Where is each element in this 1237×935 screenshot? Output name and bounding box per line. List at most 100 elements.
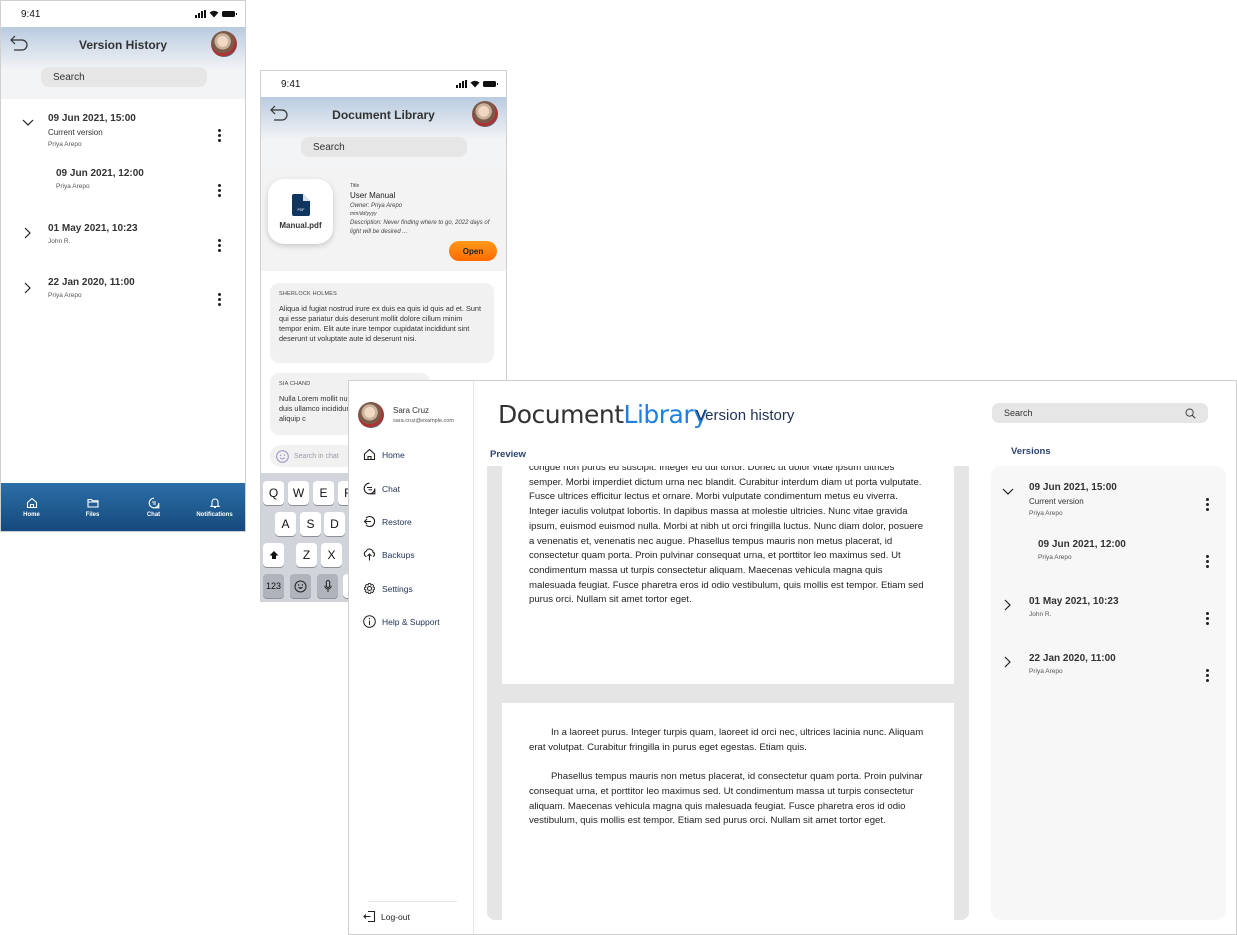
emoji-key[interactable] <box>290 574 311 598</box>
brand-text: Document <box>498 400 624 429</box>
version-item[interactable]: 22 Jan 2020, 11:00 Priya Arepo <box>1029 653 1116 675</box>
status-bar: 9:41 <box>1 1 245 27</box>
key-x[interactable]: X <box>321 543 342 567</box>
version-author: Priya Arepo <box>48 292 82 299</box>
nav-tab-home[interactable]: Home <box>7 497 57 518</box>
message-text: Aliqua id fugiat nostrud irure ex duis e… <box>279 304 482 343</box>
open-button[interactable]: Open <box>449 241 497 261</box>
user-profile[interactable]: Sara Cruz sara.cruz@example.com <box>358 402 454 428</box>
cloud-upload-icon <box>363 548 375 561</box>
chat-search-placeholder: Search in chat <box>294 452 339 460</box>
sidebar-item-home[interactable]: Home <box>363 448 405 461</box>
shift-icon <box>269 551 278 559</box>
sidebar-item-label: Backups <box>382 549 415 560</box>
chevron-right-icon[interactable] <box>22 282 34 294</box>
page-title: Version history <box>696 407 795 424</box>
sidebar-item-label: Restore <box>382 516 412 527</box>
version-item[interactable]: 09 Jun 2021, 12:00 Priya Arepo <box>1038 539 1126 561</box>
key-q[interactable]: Q <box>263 481 284 505</box>
version-author: John R. <box>48 238 71 245</box>
more-options-icon[interactable] <box>217 293 221 306</box>
version-item[interactable]: 01 May 2021, 10:23 John R. <box>1029 596 1119 618</box>
key-s[interactable]: S <box>300 512 321 536</box>
microphone-icon <box>323 579 332 592</box>
version-item[interactable]: 09 Jun 2021, 15:00 Current version Priya… <box>1029 482 1117 517</box>
sidebar-item-settings[interactable]: Settings <box>363 582 413 595</box>
document-title: User Manual <box>350 191 396 200</box>
version-item[interactable]: 01 May 2021, 10:23 John R. <box>48 223 138 245</box>
wifi-icon <box>209 10 219 18</box>
sidebar-item-chat[interactable]: Chat <box>363 482 400 495</box>
chevron-down-icon[interactable] <box>1002 486 1014 498</box>
user-name: Sara Cruz <box>393 406 430 415</box>
search-icon[interactable] <box>1185 408 1196 419</box>
avatar[interactable] <box>472 101 498 127</box>
version-status: Current version <box>48 128 103 137</box>
chevron-right-icon[interactable] <box>22 227 34 239</box>
chevron-right-icon[interactable] <box>1002 656 1014 668</box>
bell-icon <box>209 498 220 508</box>
emoji-icon <box>294 580 307 592</box>
signal-icon <box>195 10 206 18</box>
numbers-key[interactable]: 123 <box>263 574 284 598</box>
app-logo: DocumentLibrary <box>498 400 708 429</box>
file-thumbnail[interactable]: PDF Manual.pdf <box>268 179 333 244</box>
chevron-down-icon[interactable] <box>22 117 34 129</box>
nav-tab-notifications[interactable]: Notifications <box>190 497 240 518</box>
more-options-icon[interactable] <box>1205 555 1209 568</box>
logout-label: Log-out <box>381 911 410 922</box>
version-item[interactable]: 09 Jun 2021, 15:00 Current version Priya… <box>48 113 136 148</box>
search-input[interactable]: Search <box>301 137 467 157</box>
version-item[interactable]: 09 Jun 2021, 12:00 Priya Arepo <box>56 168 144 190</box>
key-d[interactable]: D <box>324 512 345 536</box>
version-author: Priya Arepo <box>1038 554 1072 561</box>
shift-key[interactable] <box>263 543 284 567</box>
versions-panel: 09 Jun 2021, 15:00 Current version Priya… <box>991 466 1226 920</box>
nav-label: Home <box>23 511 40 518</box>
key-e[interactable]: E <box>313 481 334 505</box>
wifi-icon <box>470 80 480 88</box>
search-input[interactable]: Search <box>992 403 1208 423</box>
sidebar-item-restore[interactable]: Restore <box>363 515 412 528</box>
status-bar: 9:41 <box>261 71 506 97</box>
avatar <box>358 402 384 428</box>
version-date: 09 Jun 2021, 12:00 <box>1038 539 1126 550</box>
chat-message: SHERLOCK HOLMES Aliqua id fugiat nostrud… <box>270 283 494 363</box>
pdf-file-icon: PDF <box>291 193 310 216</box>
logout-button[interactable]: Log-out <box>363 910 410 923</box>
microphone-key[interactable] <box>317 574 338 598</box>
more-options-icon[interactable] <box>217 129 221 142</box>
brand-text-accent: Library <box>623 400 708 429</box>
avatar[interactable] <box>211 31 237 57</box>
more-options-icon[interactable] <box>1205 498 1209 511</box>
nav-tab-chat[interactable]: Chat <box>129 497 179 518</box>
key-w[interactable]: W <box>288 481 309 505</box>
key-a[interactable]: A <box>275 512 296 536</box>
emoji-icon[interactable] <box>276 449 289 463</box>
status-time: 9:41 <box>21 8 41 20</box>
search-input[interactable]: Search <box>41 67 207 87</box>
chevron-right-icon[interactable] <box>1002 599 1014 611</box>
version-history-phone: 9:41 Version History Search 09 Jun 2021,… <box>0 0 246 532</box>
header: Document Library Search <box>261 97 506 169</box>
more-options-icon[interactable] <box>217 184 221 197</box>
version-date: 01 May 2021, 10:23 <box>1029 596 1119 607</box>
nav-label: Files <box>85 511 100 518</box>
page-title: Version History <box>78 38 168 52</box>
version-item[interactable]: 22 Jan 2020, 11:00 Priya Arepo <box>48 277 135 299</box>
restore-icon <box>363 515 376 528</box>
nav-tab-files[interactable]: Files <box>68 497 118 518</box>
key-z[interactable]: Z <box>296 543 317 567</box>
more-options-icon[interactable] <box>217 239 221 252</box>
preview-page: In a laoreet purus. Integer turpis quam,… <box>502 703 954 920</box>
divider <box>368 901 457 902</box>
sidebar-item-backups[interactable]: Backups <box>363 548 415 561</box>
document-preview[interactable]: congue non purus eu suscipit. Integer eu… <box>487 466 969 920</box>
sidebar-item-help-support[interactable]: Help & Support <box>363 615 440 628</box>
more-options-icon[interactable] <box>1205 669 1209 682</box>
gear-icon <box>364 583 375 594</box>
header: Version History Search <box>1 27 245 99</box>
document-meta: Title User Manual Owner: Priya Arepo mm/… <box>350 183 500 238</box>
more-options-icon[interactable] <box>1205 612 1209 625</box>
title-label: Title <box>350 183 360 189</box>
